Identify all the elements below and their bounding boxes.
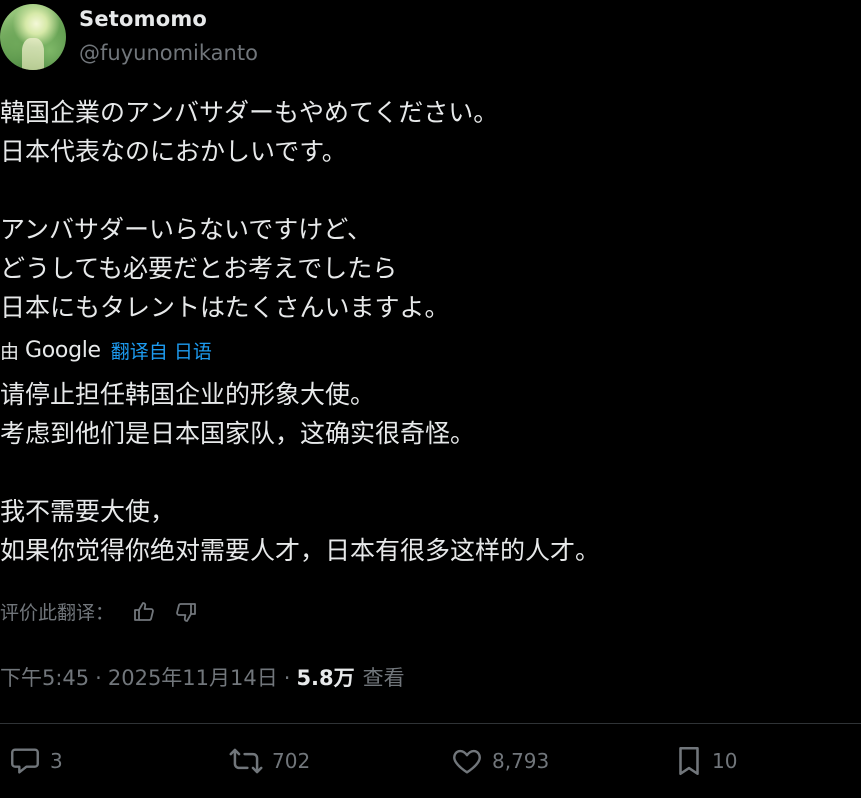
bookmark-icon <box>674 744 704 778</box>
author-display-name[interactable]: Setomomo <box>79 7 207 31</box>
divider <box>0 723 861 724</box>
original-line: 日本代表なのにおかしいです。 <box>0 137 347 166</box>
tweet-original-text: 韓国企業のアンバサダーもやめてください。 日本代表なのにおかしいです。 アンバサ… <box>0 93 850 327</box>
tweet-date[interactable]: 2025年11月14日 <box>108 662 278 692</box>
translated-line: 如果你觉得你绝对需要人才，日本有很多这样的人才。 <box>0 536 601 565</box>
views-label: 查看 <box>362 666 405 690</box>
original-line: 日本にもタレントはたくさんいますよ。 <box>0 293 450 322</box>
reply-button[interactable]: 3 <box>8 744 63 778</box>
like-button[interactable]: 8,793 <box>450 744 549 778</box>
author-handle[interactable]: @fuyunomikanto <box>79 41 258 65</box>
meta-separator: · <box>283 666 291 690</box>
original-blank-line <box>0 171 850 210</box>
rate-translation-label: 评价此翻译： <box>0 602 115 624</box>
tweet-meta: 下午5:45 · 2025年11月14日 · 5.8万 查看 <box>0 662 405 692</box>
translation-prefix: 由 <box>0 341 20 363</box>
thumbs-down-icon[interactable] <box>174 600 198 624</box>
translation-attribution: 由 Google 翻译自 日语 <box>0 337 212 364</box>
meta-separator: · <box>95 666 102 690</box>
original-line: どうしても必要だとお考えでしたら <box>0 254 398 283</box>
reply-icon <box>8 744 42 778</box>
original-line: アンバサダーいらないですけど、 <box>0 215 373 244</box>
like-count: 8,793 <box>492 749 550 773</box>
original-line: 韓国企業のアンバサダーもやめてください。 <box>0 98 499 127</box>
retweet-button[interactable]: 702 <box>228 744 310 778</box>
like-icon <box>450 744 484 778</box>
bookmark-button[interactable]: 10 <box>674 744 737 778</box>
translated-line: 考虑到他们是日本国家队，这确实很奇怪。 <box>0 419 476 448</box>
avatar[interactable] <box>0 4 66 70</box>
reply-count: 3 <box>50 749 63 773</box>
retweet-icon <box>228 744 264 778</box>
tweet-time[interactable]: 下午5:45 <box>0 662 89 692</box>
tweet-translated-text: 请停止担任韩国企业的形象大使。 考虑到他们是日本国家队，这确实很奇怪。 我不需要… <box>0 375 850 570</box>
translated-line: 我不需要大使， <box>0 497 176 526</box>
google-logo: Google <box>25 338 101 363</box>
action-bar: 3 702 8,793 10 <box>0 744 861 784</box>
bookmark-count: 10 <box>712 749 738 773</box>
translated-from-link[interactable]: 翻译自 日语 <box>111 337 212 364</box>
translated-blank-line <box>0 453 850 492</box>
thumbs-up-icon[interactable] <box>132 600 156 624</box>
retweet-count: 702 <box>272 749 311 773</box>
translated-line: 请停止担任韩国企业的形象大使。 <box>0 380 376 409</box>
rate-translation: 评价此翻译： <box>0 598 198 625</box>
views-count: 5.8万 <box>296 666 355 690</box>
